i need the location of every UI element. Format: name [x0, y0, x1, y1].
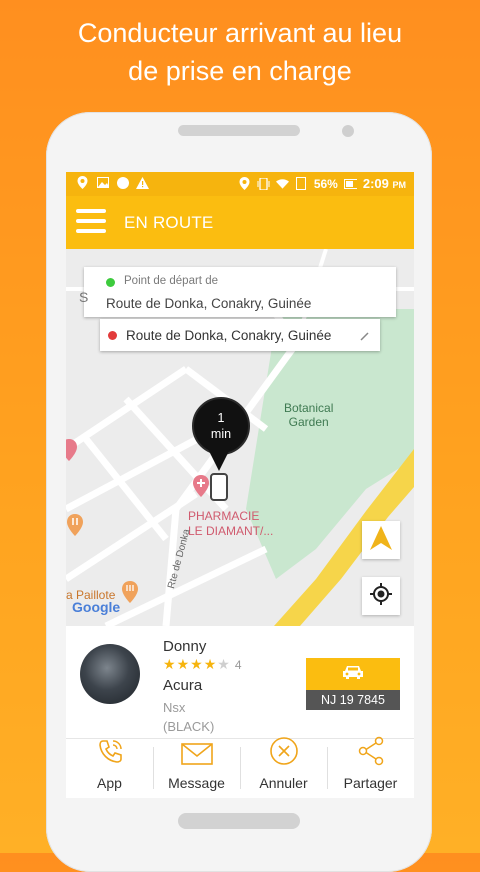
cancel-icon: [269, 736, 299, 771]
share-button[interactable]: Partager: [327, 736, 414, 798]
eta-value: 1: [217, 411, 225, 425]
headline-line-2: de prise en charge: [128, 56, 352, 86]
park-label-line-1: Botanical: [284, 401, 334, 415]
pickup-card[interactable]: Point de départ de Route de Donka, Conak…: [84, 267, 396, 317]
battery-icon: [343, 177, 357, 190]
my-location-button[interactable]: [362, 577, 400, 615]
clock: 2:09 PM: [363, 176, 406, 191]
pharmacy-label: PHARMACIE LE DIAMANT/...: [188, 509, 273, 539]
sim-signal-icon: [295, 177, 308, 190]
pickup-address: Route de Donka, Conakry, Guinée: [106, 296, 312, 311]
car-make: Acura: [163, 677, 203, 694]
star-icon: ★: [190, 656, 204, 672]
promo-headline: Conducteur arrivant au lieu de prise en …: [0, 14, 480, 90]
headline-line-1: Conducteur arrivant au lieu: [77, 18, 403, 48]
destination-card[interactable]: Route de Donka, Conakry, Guinée: [100, 319, 380, 351]
restaurant-pin-icon: [66, 514, 84, 541]
phone-frame: 56% 2:09 PM EN ROUTE Point de départ de …: [46, 112, 432, 872]
clock-ampm: PM: [392, 180, 407, 190]
wifi-icon: [275, 177, 289, 190]
phone-icon: [95, 736, 125, 771]
pickup-dot: [106, 278, 115, 287]
car-color: (BLACK): [163, 719, 215, 734]
destination-dot: [108, 331, 117, 340]
hamburger-menu-icon[interactable]: [76, 209, 106, 235]
car-model: Nsx: [163, 700, 186, 715]
crosshair-icon: [369, 582, 393, 611]
app-bar: EN ROUTE: [66, 196, 414, 249]
status-bar: 56% 2:09 PM: [66, 172, 414, 196]
google-logo: Google: [72, 599, 121, 615]
edit-pencil-icon[interactable]: [360, 328, 370, 346]
star-icon: ★: [217, 656, 231, 672]
vibrate-icon: [257, 177, 270, 190]
phone-speaker: [178, 125, 300, 136]
bottom-action-bar: App Message Annuler Partager: [66, 736, 414, 798]
cancel-ride-button[interactable]: Annuler: [240, 736, 327, 798]
app-screen: 56% 2:09 PM EN ROUTE Point de départ de …: [66, 172, 414, 798]
navigation-arrow-icon: [370, 525, 392, 555]
star-icon: ★: [203, 656, 218, 672]
star-icons: ★★★★★: [163, 656, 231, 672]
eta-pin-tip: [206, 445, 232, 471]
warning-icon: [136, 176, 149, 189]
phone-camera: [342, 125, 354, 137]
star-icon: ★: [163, 656, 177, 672]
location-pin-icon: [76, 176, 89, 189]
gps-icon: [238, 177, 251, 190]
phone-home-bar: [178, 813, 300, 829]
driver-panel: Donny ★★★★★ 4 Acura Nsx (BLACK) NJ 19 784…: [66, 626, 414, 738]
license-plate: NJ 19 7845: [306, 690, 400, 710]
call-app-button[interactable]: App: [66, 739, 153, 798]
driver-rating-value: 4: [234, 658, 243, 672]
circle-icon: [116, 176, 129, 189]
park-label-line-2: Garden: [288, 415, 329, 429]
car-marker-icon: [210, 473, 228, 501]
driver-name: Donny: [163, 638, 207, 655]
navigate-button[interactable]: [362, 521, 400, 559]
pharmacy-label-line-2: LE DIAMANT/...: [188, 524, 274, 538]
message-button[interactable]: Message: [153, 739, 240, 798]
pharmacy-label-line-1: PHARMACIE: [188, 509, 260, 523]
image-icon: [96, 176, 109, 189]
destination-address: Route de Donka, Conakry, Guinée: [126, 328, 332, 343]
driver-avatar: [80, 644, 140, 704]
message-label: Message: [168, 775, 225, 791]
share-label: Partager: [343, 775, 398, 791]
battery-percent: 56%: [313, 176, 338, 191]
pharmacy-pin-icon: [192, 475, 210, 502]
clock-time: 2:09: [362, 176, 389, 191]
pickup-label: Point de départ de: [124, 275, 218, 287]
food-pin-icon: [121, 581, 139, 608]
star-icon: ★: [176, 656, 191, 672]
cancel-ride-label: Annuler: [259, 775, 308, 791]
call-app-label: App: [97, 775, 122, 791]
car-icon: [342, 664, 364, 685]
vehicle-plate-box: NJ 19 7845: [306, 658, 400, 710]
eta-unit: min: [210, 427, 232, 441]
envelope-icon: [180, 742, 213, 771]
share-icon: [356, 736, 386, 771]
map-edge-letter: S: [79, 289, 89, 305]
hospital-pin-icon: [66, 439, 78, 466]
park-label: Botanical Garden: [284, 401, 333, 429]
app-bar-title: EN ROUTE: [124, 213, 214, 232]
map-view[interactable]: Point de départ de Route de Donka, Conak…: [66, 249, 414, 626]
driver-rating-stars: ★★★★★ 4: [163, 656, 243, 673]
